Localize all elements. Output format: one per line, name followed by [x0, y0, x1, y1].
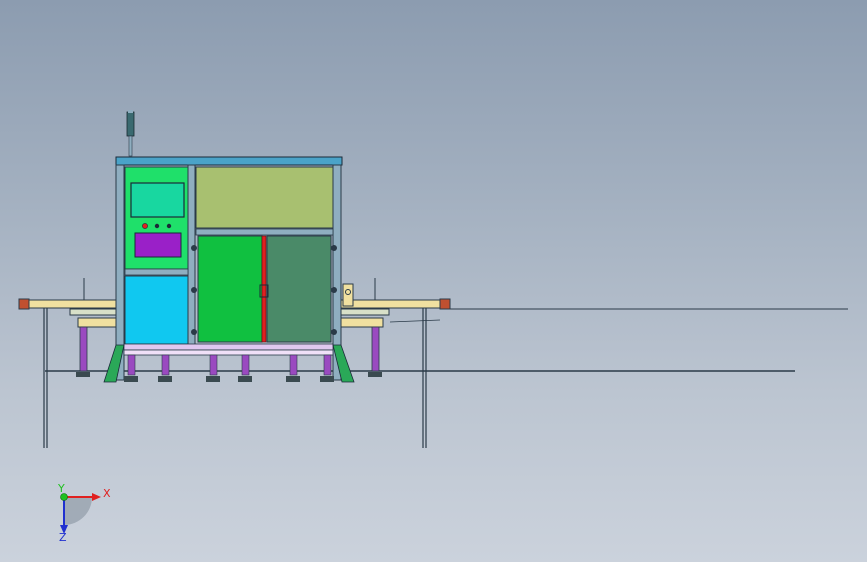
hinge-icon — [191, 287, 197, 293]
base-leg — [289, 354, 298, 376]
right-conveyor — [340, 278, 451, 448]
left-purple-leg — [79, 326, 88, 372]
left-conveyor-end-cap — [18, 298, 30, 310]
triad-shadow — [64, 497, 92, 525]
reset-button-icon[interactable] — [166, 223, 172, 229]
emergency-stop-icon[interactable] — [142, 223, 148, 229]
left-conveyor-bracket — [77, 317, 119, 328]
top-beam — [115, 156, 343, 166]
left-conveyor-rail — [20, 299, 118, 309]
coordinate-axes-icon: X Y Z — [57, 482, 111, 544]
leveling-foot — [320, 376, 334, 382]
upper-cover-panel — [195, 166, 334, 229]
indicator-light-icon[interactable] — [154, 223, 160, 229]
leveling-foot — [158, 376, 172, 382]
signal-tower-light-stack — [126, 111, 135, 137]
center-frame-post — [187, 164, 196, 346]
y-axis-label: Y — [57, 482, 65, 495]
hinge-icon — [331, 245, 337, 251]
left-purple-leg-foot — [76, 372, 90, 377]
signal-tower-pole — [128, 135, 133, 157]
hinge-icon — [331, 287, 337, 293]
hinge-icon — [191, 245, 197, 251]
leveling-foot — [238, 376, 252, 382]
signal-tower — [126, 110, 135, 157]
base-lower-beam — [123, 349, 334, 356]
right-purple-leg-foot — [368, 372, 382, 377]
main-cabinet — [115, 156, 343, 381]
base-leg — [209, 354, 218, 376]
electrical-cabinet-panel — [124, 275, 189, 345]
right-purple-leg — [371, 326, 380, 372]
right-conveyor-wire — [389, 319, 441, 323]
right-conveyor-bracket — [340, 317, 384, 328]
left-conveyor-sub-rail — [69, 308, 119, 316]
machine-assembly-drawing: X Y Z — [18, 110, 848, 544]
hinge-icon — [331, 329, 337, 335]
right-conveyor-rail — [340, 299, 450, 309]
x-axis-arrowhead — [92, 493, 101, 501]
hmi-screen[interactable] — [130, 182, 185, 218]
base-leg — [127, 354, 136, 376]
base-leg — [323, 354, 332, 376]
base-leg — [161, 354, 170, 376]
base-top-beam — [123, 343, 334, 351]
x-axis-label: X — [103, 487, 111, 500]
z-axis-label: Z — [59, 531, 67, 544]
leveling-foot — [124, 376, 138, 382]
button-box — [134, 232, 182, 258]
base-leg — [241, 354, 250, 376]
door-header-rail — [195, 228, 334, 236]
right-conveyor-end-cap — [439, 298, 451, 310]
left-conveyor — [18, 278, 119, 448]
left-door[interactable] — [197, 235, 263, 343]
door-handle[interactable] — [261, 235, 267, 343]
right-door[interactable] — [266, 235, 332, 343]
hinge-icon — [191, 329, 197, 335]
cad-viewport[interactable]: X Y Z — [0, 0, 867, 562]
leveling-foot — [206, 376, 220, 382]
signal-tower-cap — [128, 110, 133, 113]
panel-divider — [124, 268, 189, 276]
right-conveyor-sub-rail — [340, 308, 390, 316]
leveling-foot — [286, 376, 300, 382]
